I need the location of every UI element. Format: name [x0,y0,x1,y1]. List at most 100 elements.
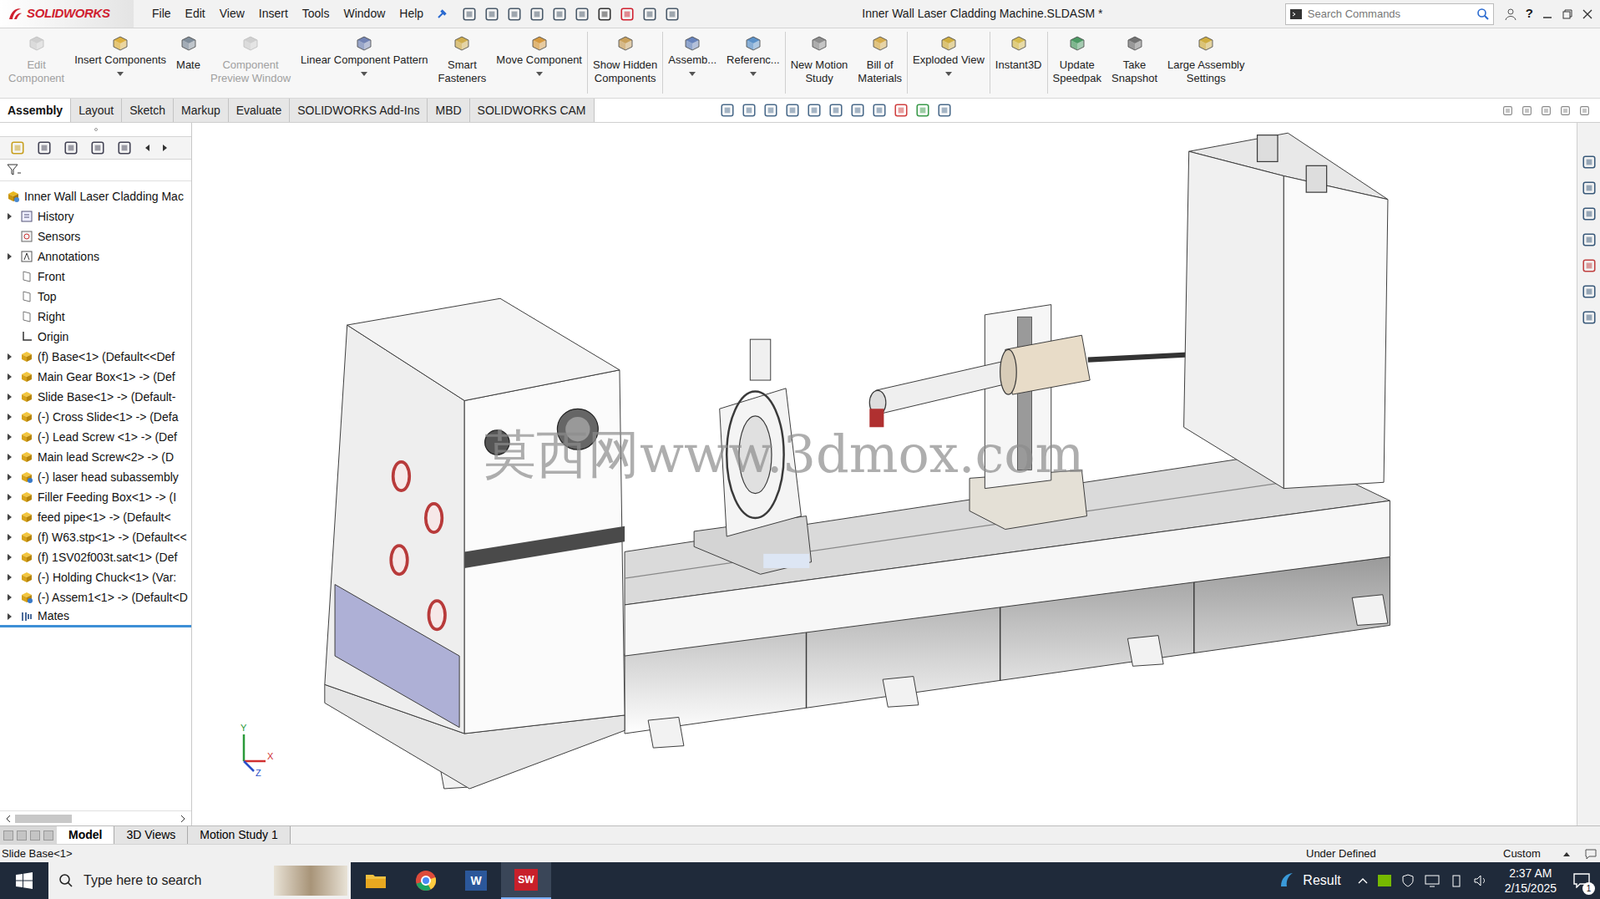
tile-icon[interactable] [1502,105,1514,117]
appearance-icon[interactable] [893,102,909,118]
expand-icon[interactable] [6,552,14,562]
tree-item[interactable]: Main lead Screw<2> -> (D [0,446,192,467]
bottom-tab[interactable]: 3D Views [114,825,188,844]
command-tab[interactable]: SOLIDWORKS Add-Ins [289,98,428,122]
pin-icon[interactable] [435,7,449,21]
dynamic-annotation-icon[interactable] [806,102,822,118]
volume-icon[interactable] [1473,873,1489,887]
close-view-icon[interactable] [1579,105,1590,117]
expand-icon[interactable] [6,592,14,602]
menu-item[interactable]: Insert [258,5,289,23]
show-hidden-icons-icon[interactable] [1357,876,1368,884]
command-button[interactable]: Bill ofMaterials [852,28,907,98]
command-tab[interactable]: Layout [70,98,122,122]
section-view-icon[interactable] [784,102,800,118]
next-tab-icon[interactable] [30,830,41,841]
dropdown-arrow-icon[interactable] [116,71,124,77]
dropdown-arrow-icon[interactable] [749,71,757,77]
zoom-area-icon[interactable] [741,102,757,118]
tree-item[interactable]: Right [0,306,192,327]
comments-icon[interactable] [1584,847,1597,860]
appearances-icon[interactable] [1581,258,1597,274]
file-properties-icon[interactable] [642,6,658,22]
command-button[interactable]: Referenc... [721,28,785,98]
options-icon[interactable] [664,6,680,22]
expand-icon[interactable] [6,572,14,582]
command-tab[interactable]: MBD [427,98,470,122]
tree-item[interactable]: Top [0,286,192,307]
new-icon[interactable] [484,6,500,22]
command-button[interactable]: Linear Component Pattern [295,28,433,98]
tab-scroll-left-icon[interactable] [143,143,151,152]
scroll-thumb[interactable] [15,814,72,823]
tree-item[interactable]: (-) Holding Chuck<1> (Var: [0,567,192,588]
print-icon[interactable] [551,6,568,22]
expand-icon[interactable] [6,492,14,502]
command-tab[interactable]: Assembly [0,98,71,122]
expand-icon[interactable] [6,392,14,401]
minimize-icon[interactable] [1541,8,1554,21]
taskbar-app[interactable] [350,861,401,899]
command-button[interactable]: New MotionStudy [785,28,854,98]
taskbar-app[interactable] [400,861,451,899]
help-button[interactable]: ? [1525,4,1534,24]
command-button[interactable]: Mate [171,28,206,98]
close-icon[interactable] [1581,8,1594,21]
display-settings-icon[interactable] [936,102,952,118]
rebuild-icon[interactable] [619,6,635,22]
expand-icon[interactable] [6,212,14,221]
command-button[interactable]: Large AssemblySettings [1162,28,1251,98]
command-button[interactable]: Move Component [491,28,588,98]
tree-item[interactable]: Main Gear Box<1> -> (Def [0,366,192,387]
display-manager-icon[interactable] [116,140,132,156]
search-box[interactable]: Search Commands [1285,3,1494,26]
menu-item[interactable]: Edit [185,5,206,23]
menu-item[interactable]: Help [399,5,424,23]
first-tab-icon[interactable] [3,830,14,841]
security-icon[interactable] [1401,873,1415,887]
expand-icon[interactable] [6,352,14,361]
command-button[interactable]: TakeSnapshot [1106,28,1163,98]
tree-item[interactable]: (-) Assem1<1> -> (Default<D [0,587,192,608]
command-button[interactable]: UpdateSpeedpak [1048,28,1108,98]
tree-item[interactable]: Annotations [0,246,192,267]
tree-item[interactable]: (-) Cross Slide<1> -> (Defa [0,406,192,427]
nvidia-icon[interactable] [1377,874,1392,887]
notification-center[interactable]: 1 [1563,861,1600,899]
menu-item[interactable]: Window [343,5,385,23]
dropdown-arrow-icon[interactable] [945,71,952,77]
command-button[interactable]: Show HiddenComponents [587,28,663,98]
previous-view-icon[interactable] [763,102,779,118]
tree-item[interactable]: History [0,206,192,227]
filter-icon[interactable] [6,163,22,178]
command-tab[interactable]: Evaluate [228,98,290,122]
command-tab[interactable]: SOLIDWORKS CAM [470,98,595,122]
dropdown-arrow-icon[interactable] [360,71,368,77]
scene-icon[interactable] [915,102,931,118]
command-button[interactable]: EditComponent [3,28,70,98]
home-icon[interactable] [461,6,477,22]
expand-icon[interactable] [6,432,14,441]
hide-show-icon[interactable] [871,102,887,118]
custom-properties-icon[interactable] [1581,283,1597,299]
command-button[interactable]: Exploded View [907,28,990,98]
taskbar-app[interactable]: SW [501,861,552,899]
menu-item[interactable]: View [219,5,245,23]
expand-icon[interactable] [6,512,14,522]
tree-item[interactable]: (f) Base<1> (Default<<Def [0,346,192,367]
tree-item[interactable]: Inner Wall Laser Cladding Mac [0,186,192,207]
graphics-area[interactable]: 莫西网www.3dmox.comYXZ [192,122,1577,826]
tree-item[interactable]: Origin [0,326,192,347]
start-button[interactable] [0,861,49,899]
scroll-right-icon[interactable] [179,814,187,823]
expand-icon[interactable] [6,472,14,482]
tree-item[interactable]: (f) W63.stp<1> -> (Default<< [0,526,192,547]
view-orientation-icon[interactable] [828,102,844,118]
expand-icon[interactable] [6,612,14,621]
resources-icon[interactable] [1581,154,1597,170]
forum-icon[interactable] [1581,309,1597,325]
prev-tab-icon[interactable] [16,830,27,841]
bottom-tab[interactable]: Motion Study 1 [187,825,290,844]
file-explorer-icon[interactable] [1581,206,1597,222]
expand-icon[interactable] [6,452,14,461]
